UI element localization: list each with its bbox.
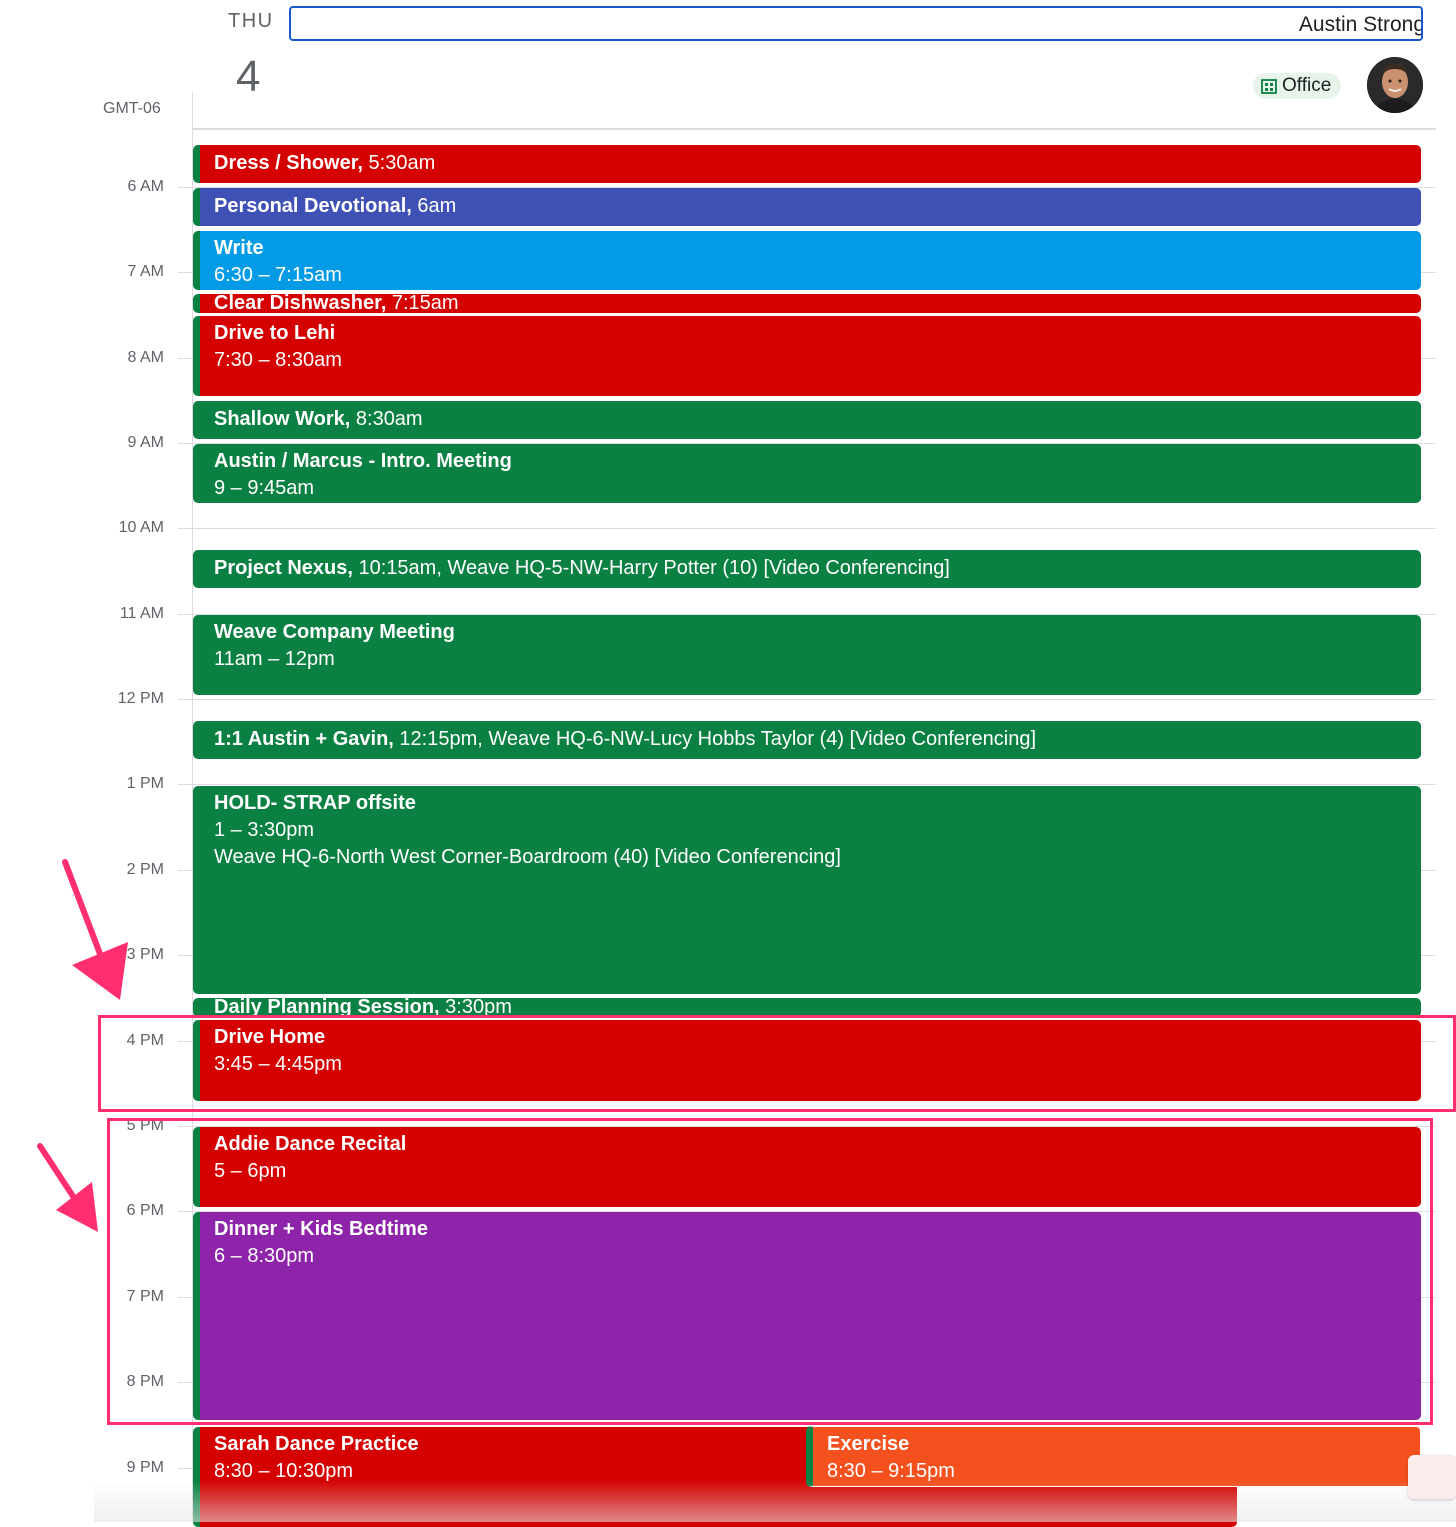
hour-label: 1 PM (126, 775, 164, 792)
event-hold-strap-offsite[interactable]: HOLD- STRAP offsite 1 – 3:30pm Weave HQ-6-… (193, 786, 1421, 994)
event-one-on-one-austin-gavin[interactable]: 1:1 Austin + Gavin, 12:15pm, Weave HQ-6-… (193, 721, 1421, 759)
event-title: Clear Dishwasher, (214, 294, 387, 313)
event-time: 8:30 – 10:30pm (214, 1460, 353, 1482)
event-dress-shower[interactable]: Dress / Shower, 5:30am (193, 145, 1421, 183)
side-panel-peek[interactable] (1408, 1455, 1456, 1499)
event-title: Dress / Shower, (214, 152, 363, 174)
event-weave-company-meeting[interactable]: Weave Company Meeting 11am – 12pm (193, 615, 1421, 695)
event-title: Austin / Marcus - Intro. Meeting (214, 450, 512, 472)
calendar-search-input[interactable]: Austin Strong (289, 6, 1423, 41)
event-time: 6am (411, 195, 457, 217)
hour-label: 8 AM (127, 349, 164, 366)
event-time: 5:30am (362, 152, 436, 174)
day-name: THU (228, 10, 274, 32)
hour-label: 6 AM (127, 178, 164, 195)
event-time: 7:30 – 8:30am (214, 349, 342, 371)
office-chip-label: Office (1282, 75, 1332, 96)
event-time: 6:30 – 7:15am (214, 264, 342, 286)
event-title: Sarah Dance Practice (214, 1433, 419, 1455)
hour-label: 11 AM (119, 605, 164, 622)
header-divider (193, 128, 1436, 130)
event-write[interactable]: Write 6:30 – 7:15am (193, 231, 1421, 290)
building-icon (1261, 79, 1277, 94)
event-time: 12:15pm, Weave HQ-6-NW-Lucy Hobbs Taylor… (393, 728, 1037, 750)
user-avatar[interactable] (1367, 57, 1423, 113)
event-title: Project Nexus, (214, 557, 353, 579)
hour-grid-line (178, 784, 1436, 785)
event-shallow-work[interactable]: Shallow Work, 8:30am (193, 401, 1421, 439)
event-clear-dishwasher[interactable]: Clear Dishwasher, 7:15am (193, 294, 1421, 313)
arrow-icon-upper (62, 859, 128, 1000)
event-drive-to-lehi[interactable]: Drive to Lehi 7:30 – 8:30am (193, 316, 1421, 396)
event-time: 10:15am, Weave HQ-5-NW-Harry Potter (10)… (352, 557, 950, 579)
event-time: 8:30am (350, 408, 423, 430)
event-time: 7:15am (386, 294, 459, 313)
calendar-input-value: Austin Strong (1298, 13, 1423, 36)
arrow-icon-lower (37, 1143, 98, 1232)
hour-label: 9 AM (127, 434, 164, 451)
event-location: Weave HQ-6-North West Corner-Boardroom (… (214, 846, 841, 868)
event-title: Shallow Work, (214, 408, 351, 430)
event-title: 1:1 Austin + Gavin, (214, 728, 394, 750)
hour-grid-line (178, 699, 1436, 700)
highlight-box-drive-home (98, 1015, 1456, 1112)
event-exercise[interactable]: Exercise 8:30 – 9:15pm (806, 1426, 1421, 1487)
event-title: Write (214, 237, 264, 259)
event-time: 8:30 – 9:15pm (827, 1460, 955, 1482)
hour-label: 7 AM (127, 263, 164, 280)
hour-label: 9 PM (126, 1459, 164, 1476)
day-number[interactable]: 4 (236, 52, 260, 102)
event-project-nexus[interactable]: Project Nexus, 10:15am, Weave HQ-5-NW-Ha… (193, 550, 1421, 588)
hour-label: 12 PM (117, 690, 164, 707)
event-time: 9 – 9:45am (214, 477, 315, 499)
event-title: Weave Company Meeting (214, 621, 455, 643)
event-time: 1 – 3:30pm (214, 819, 315, 841)
avatar-face-icon (1367, 57, 1423, 113)
hour-grid-line (178, 528, 1436, 529)
office-location-chip[interactable]: Office (1253, 73, 1342, 99)
event-personal-devotional[interactable]: Personal Devotional, 6am (193, 188, 1421, 226)
event-title: Exercise (827, 1433, 910, 1455)
hour-label: 10 AM (118, 519, 164, 536)
event-time: 11am – 12pm (214, 648, 335, 670)
event-title: Personal Devotional, (214, 195, 412, 217)
event-title: HOLD- STRAP offsite (214, 792, 416, 814)
event-austin-marcus-intro[interactable]: Austin / Marcus - Intro. Meeting 9 – 9:45… (193, 444, 1421, 503)
event-title: Drive to Lehi (214, 322, 336, 344)
highlight-box-evening (107, 1118, 1433, 1425)
timezone-label: GMT-06 (103, 100, 161, 117)
